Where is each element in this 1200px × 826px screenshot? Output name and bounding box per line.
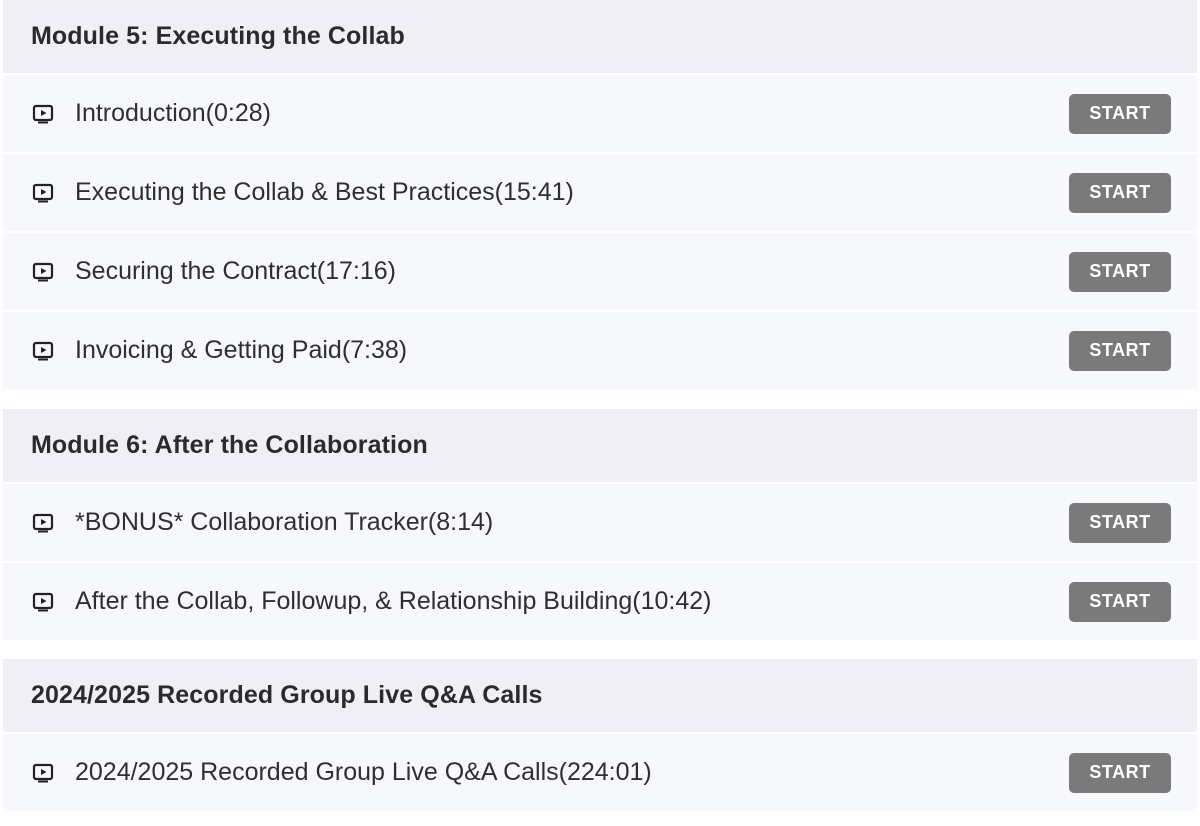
lesson-title[interactable]: 2024/2025 Recorded Group Live Q&A Calls(… — [75, 758, 1069, 787]
lesson-item[interactable]: Securing the Contract(17:16) START — [3, 233, 1197, 310]
lesson-title[interactable]: Securing the Contract(17:16) — [75, 257, 1069, 286]
section-title: Module 6: After the Collaboration — [3, 409, 1197, 482]
start-button[interactable]: START — [1069, 172, 1171, 213]
video-icon — [31, 181, 55, 205]
lesson-item[interactable]: Executing the Collab & Best Practices(15… — [3, 154, 1197, 231]
course-curriculum: Module 5: Executing the Collab Introduct… — [0, 0, 1200, 826]
lesson-item[interactable]: 2024/2025 Recorded Group Live Q&A Calls(… — [3, 734, 1197, 811]
lesson-item[interactable]: After the Collab, Followup, & Relationsh… — [3, 563, 1197, 640]
lesson-item[interactable]: *BONUS* Collaboration Tracker(8:14) STAR… — [3, 484, 1197, 561]
video-icon — [31, 590, 55, 614]
video-icon — [31, 339, 55, 363]
start-button[interactable]: START — [1069, 93, 1171, 134]
module-section: 2024/2025 Recorded Group Live Q&A Calls … — [3, 659, 1197, 811]
module-section: Module 6: After the Collaboration *BONUS… — [3, 409, 1197, 640]
section-title: Module 5: Executing the Collab — [3, 0, 1197, 73]
start-button[interactable]: START — [1069, 752, 1171, 793]
start-button[interactable]: START — [1069, 251, 1171, 292]
video-icon — [31, 102, 55, 126]
lesson-title[interactable]: *BONUS* Collaboration Tracker(8:14) — [75, 508, 1069, 537]
lesson-title[interactable]: After the Collab, Followup, & Relationsh… — [75, 587, 1069, 616]
lesson-title[interactable]: Invoicing & Getting Paid(7:38) — [75, 336, 1069, 365]
video-icon — [31, 761, 55, 785]
module-section: Module 5: Executing the Collab Introduct… — [3, 0, 1197, 389]
lesson-title[interactable]: Introduction(0:28) — [75, 99, 1069, 128]
start-button[interactable]: START — [1069, 502, 1171, 543]
start-button[interactable]: START — [1069, 581, 1171, 622]
lesson-title[interactable]: Executing the Collab & Best Practices(15… — [75, 178, 1069, 207]
video-icon — [31, 260, 55, 284]
lesson-item[interactable]: Introduction(0:28) START — [3, 75, 1197, 152]
start-button[interactable]: START — [1069, 330, 1171, 371]
section-title: 2024/2025 Recorded Group Live Q&A Calls — [3, 659, 1197, 732]
lesson-item[interactable]: Invoicing & Getting Paid(7:38) START — [3, 312, 1197, 389]
video-icon — [31, 511, 55, 535]
